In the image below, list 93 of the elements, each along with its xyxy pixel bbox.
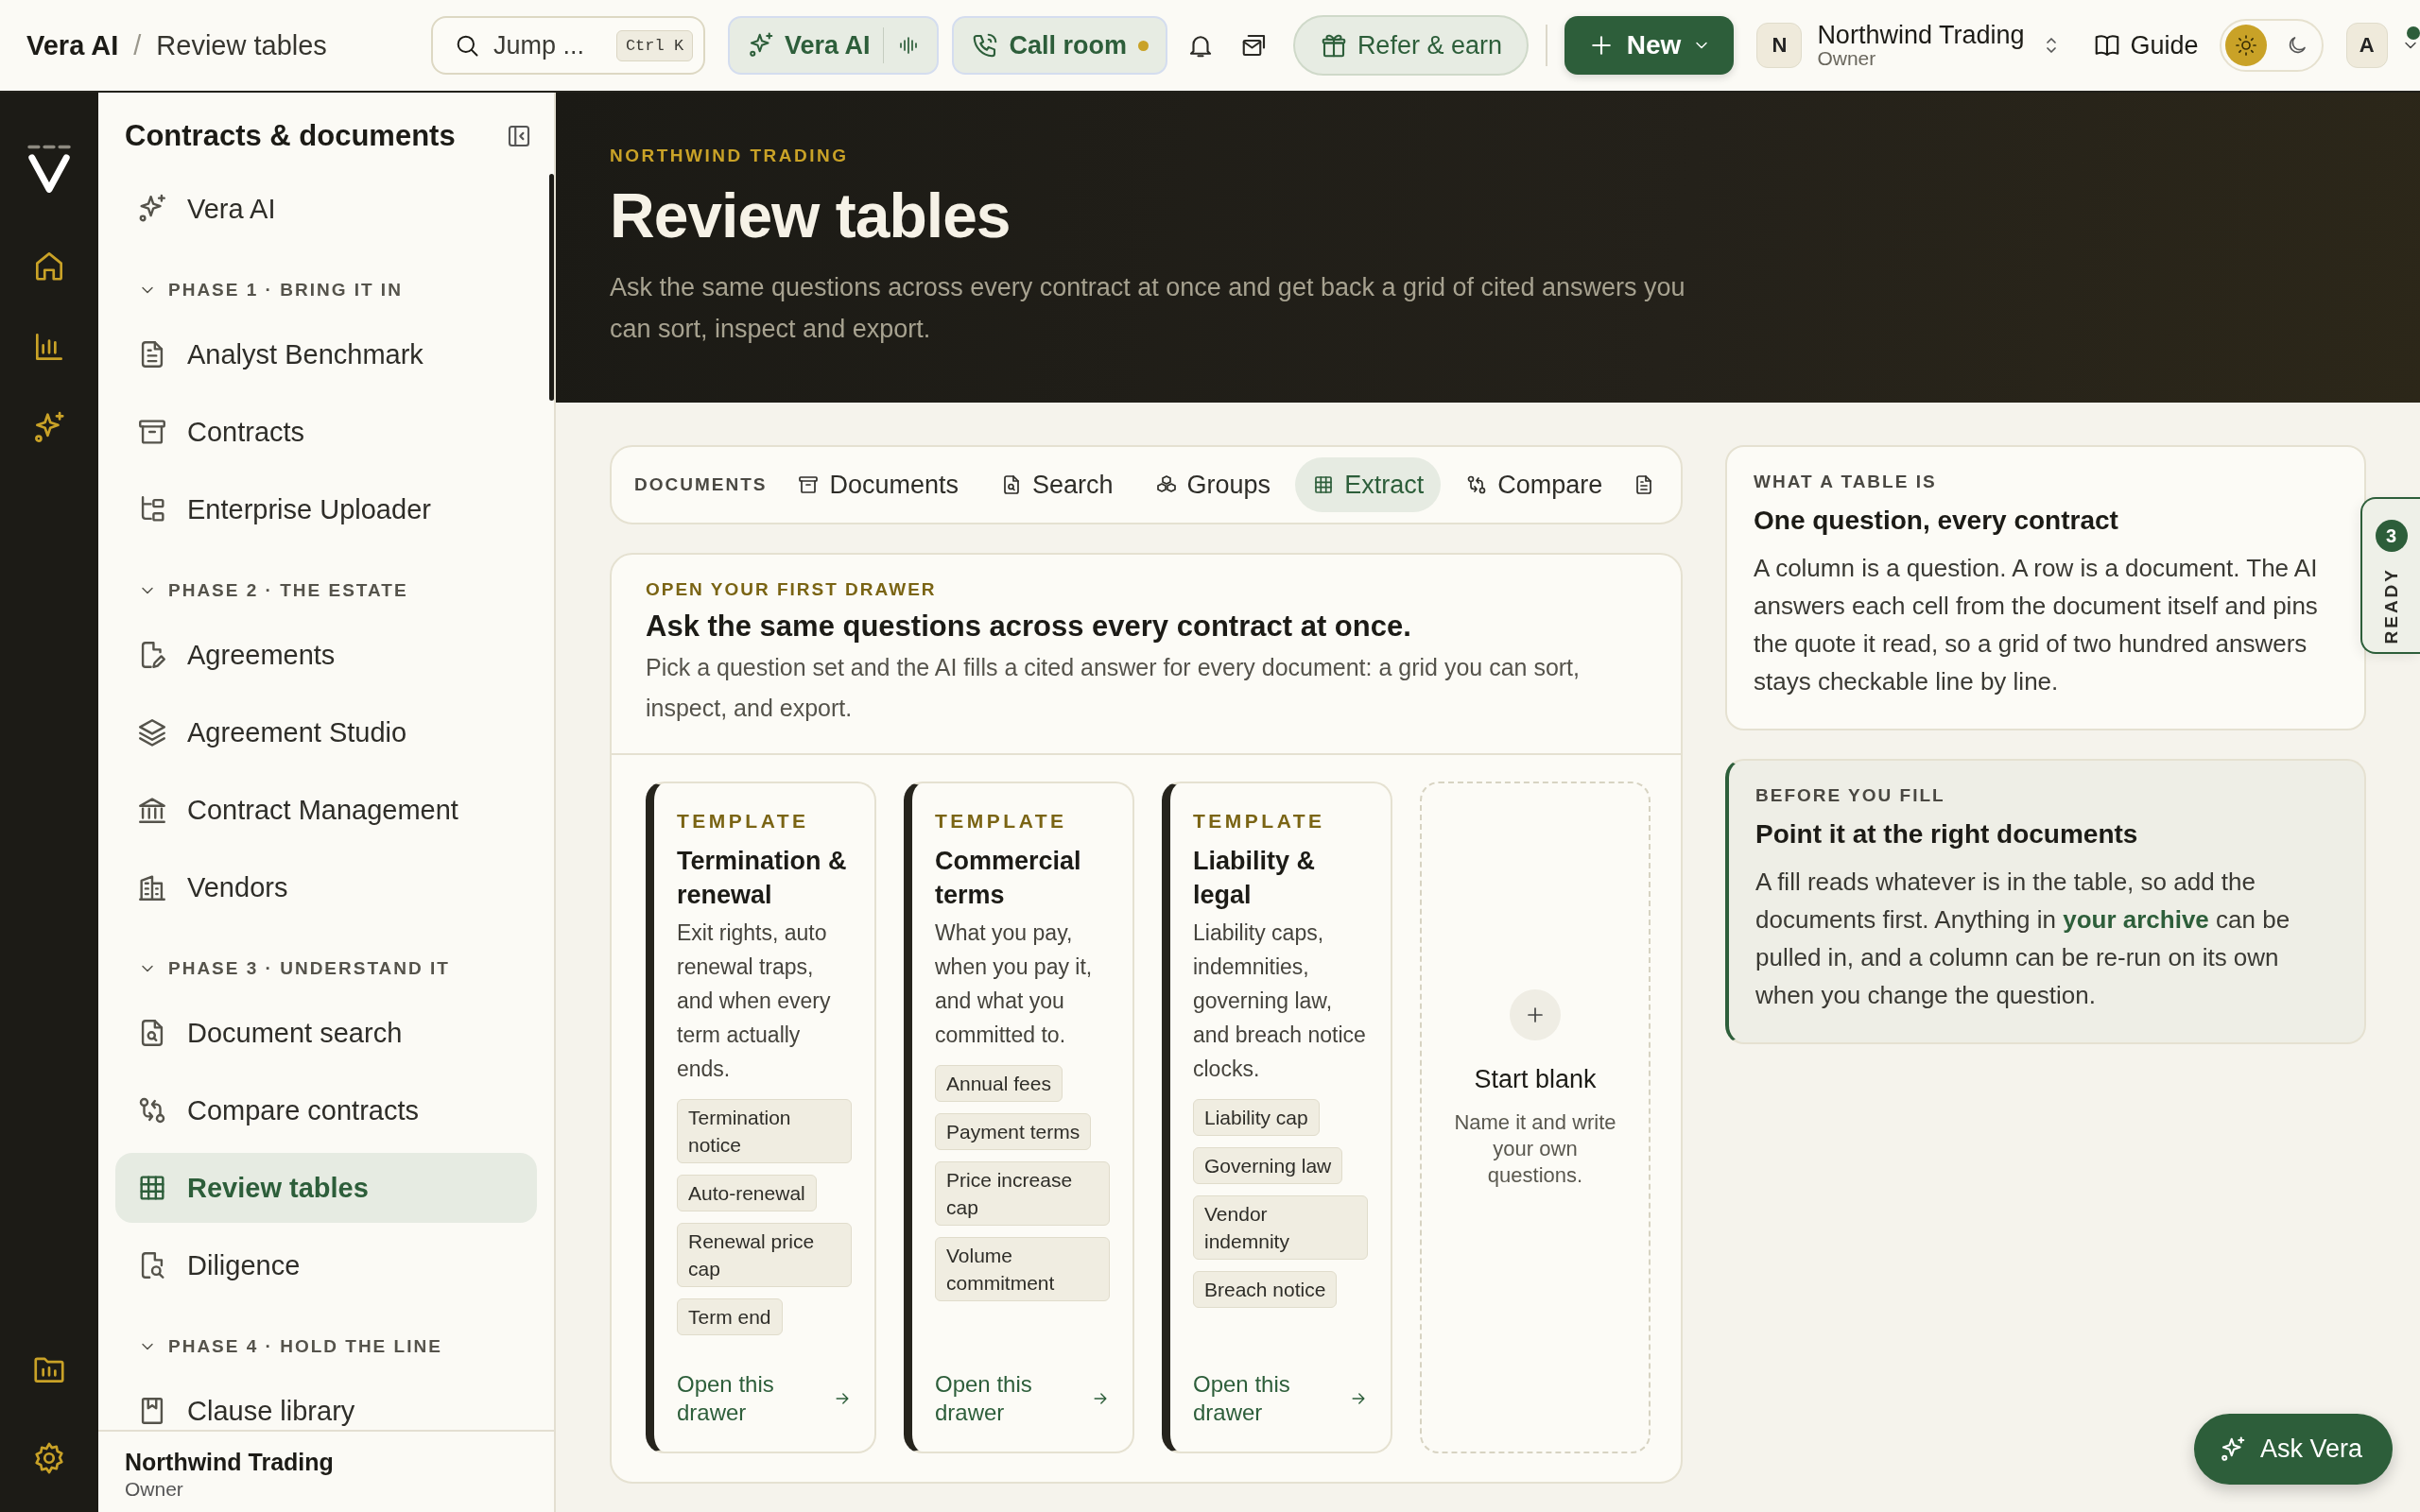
question-tag: Vendor indemnity bbox=[1193, 1195, 1368, 1260]
tab[interactable]: Compare bbox=[1448, 457, 1620, 512]
breadcrumb-current: Review tables bbox=[156, 29, 327, 61]
assistant-button[interactable]: Vera AI bbox=[746, 30, 871, 60]
template-card[interactable]: TEMPLATE Termination & renewal Exit rights, auto renewal traps, and when every term actually ends. Termination notice Auto-renewal Renewal price cap Term end Open this drawer bbox=[646, 782, 876, 1453]
eyebrow-label: NORTHWIND TRADING bbox=[610, 146, 850, 166]
sidebar-item[interactable]: Vera AI bbox=[115, 174, 537, 244]
page-description: Ask the same questions across every contract at once and get back a grid of cited answers you can sort, inspect and export. bbox=[610, 272, 1686, 345]
open-drawer-link[interactable]: Open this drawer bbox=[677, 1370, 852, 1427]
tab[interactable]: Search bbox=[983, 457, 1131, 512]
start-blank-card[interactable]: Start blank Name it and write your own questions. bbox=[1420, 782, 1651, 1453]
question-tag: Term end bbox=[677, 1298, 783, 1335]
sidebar-item[interactable]: Document search bbox=[115, 998, 537, 1068]
sidebar-item[interactable]: Contract Management bbox=[115, 775, 537, 845]
account-name: Northwind Trading bbox=[125, 1449, 335, 1476]
tab[interactable]: Groups bbox=[1137, 457, 1288, 512]
question-tag: Annual fees bbox=[935, 1065, 1063, 1102]
sidebar-item[interactable]: Agreement Studio bbox=[115, 697, 537, 767]
tab[interactable]: Extract bbox=[1295, 457, 1442, 512]
section-header[interactable]: PHASE 1 · BRING IT IN bbox=[115, 251, 537, 312]
template-card[interactable]: TEMPLATE Liability & legal Liability caps, indemnities, governing law, and breach notice clocks. Liability cap Governing law Vendor indemnity Breach notice Open this drawer bbox=[1162, 782, 1392, 1453]
account-role: Owner bbox=[125, 1478, 184, 1501]
template-label: TEMPLATE bbox=[677, 810, 810, 833]
template-description: Liability caps, indemnities, governing law, and breach notice clocks. bbox=[1193, 919, 1367, 1083]
workspace-name: Northwind Trading bbox=[1817, 21, 2025, 49]
ready-tab[interactable]: 3 READY bbox=[2360, 497, 2420, 654]
template-label: TEMPLATE bbox=[1193, 810, 1326, 833]
template-description: What you pay, when you pay it, and what you committed to. bbox=[935, 919, 1094, 1049]
tab[interactable]: Documents bbox=[780, 457, 976, 512]
open-drawer-link[interactable]: Open this drawer bbox=[935, 1370, 1110, 1427]
question-tag: Governing law bbox=[1193, 1147, 1343, 1184]
breadcrumb-separator: / bbox=[133, 29, 142, 61]
scrollbar[interactable] bbox=[549, 174, 554, 401]
sun-icon bbox=[2234, 34, 2257, 57]
sidebar-item[interactable]: Agreements bbox=[115, 620, 537, 690]
tab-group-label: DOCUMENTS bbox=[634, 474, 768, 495]
sidebar-item[interactable]: Diligence bbox=[115, 1230, 537, 1300]
sidebar-item[interactable]: Vendors bbox=[115, 852, 537, 922]
info-card-title: One question, every contract bbox=[1754, 506, 2119, 536]
archive-box-icon bbox=[797, 473, 821, 496]
eyebrow-label: WHAT A TABLE IS bbox=[1754, 472, 1938, 492]
template-card[interactable]: TEMPLATE Commercial terms What you pay, when you pay it, and what you committed to. Annual fees Payment terms Price increase cap Volume commitment Open this drawer bbox=[904, 782, 1134, 1453]
call-room-button[interactable]: Call room bbox=[952, 16, 1167, 75]
sidebar-item[interactable]: Review tables bbox=[115, 1153, 537, 1223]
open-drawer-link[interactable]: Open this drawer bbox=[1193, 1370, 1368, 1427]
new-button[interactable]: New bbox=[1564, 16, 1735, 75]
question-tag: Renewal price cap bbox=[677, 1223, 852, 1287]
light-mode-button[interactable] bbox=[2224, 25, 2267, 66]
sidebar-item[interactable]: Analyst Benchmark bbox=[115, 319, 537, 389]
template-title: Liability & legal bbox=[1193, 846, 1316, 911]
eyebrow-label: OPEN YOUR FIRST DRAWER bbox=[646, 579, 937, 599]
info-card-text: A column is a question. A row is a document. The AI answers each cell from the document itself and pins the quote it read, so a grid of two hundred answers stays checkable line by line. bbox=[1754, 553, 2319, 697]
template-title: Termination & renewal bbox=[677, 846, 848, 911]
drawer-title: Ask the same questions across every contract at once. bbox=[646, 610, 1412, 644]
account-avatar[interactable]: A bbox=[2345, 23, 2388, 68]
eyebrow-label: BEFORE YOU FILL bbox=[1755, 785, 1946, 806]
guide-button[interactable]: Guide bbox=[2092, 30, 2199, 60]
ask-assistant-button[interactable]: Ask Vera bbox=[2193, 1414, 2393, 1485]
question-tag: Termination notice bbox=[677, 1099, 852, 1163]
layers-icon bbox=[136, 716, 168, 748]
sidebar-item[interactable]: Clause library bbox=[115, 1376, 537, 1430]
template-label: TEMPLATE bbox=[935, 810, 1068, 833]
sidebar-title: Contracts & documents bbox=[125, 119, 456, 153]
template-title: Commercial terms bbox=[935, 846, 1082, 911]
page-title: Review tables bbox=[610, 180, 1011, 251]
keyboard-shortcut: Ctrl K bbox=[615, 29, 694, 61]
info-card-title: Point it at the right documents bbox=[1755, 819, 2139, 850]
start-blank-title: Start blank bbox=[1474, 1065, 1597, 1094]
question-tag: Liability cap bbox=[1193, 1099, 1320, 1136]
drawer-description: Pick a question set and the AI fills a cited answer for every document: a grid you can sort, inspect, and export. bbox=[646, 653, 1581, 723]
workspace-role: Owner bbox=[1817, 48, 1877, 70]
refer-button[interactable]: Refer & earn bbox=[1292, 15, 1529, 76]
workspace-switcher[interactable]: N Northwind Trading Owner bbox=[1756, 21, 2063, 70]
question-tag: Breach notice bbox=[1193, 1271, 1338, 1308]
question-tag: Payment terms bbox=[935, 1113, 1092, 1150]
section-header[interactable]: PHASE 2 · THE ESTATE bbox=[115, 552, 537, 612]
question-tag: Price increase cap bbox=[935, 1161, 1110, 1226]
workspace-avatar: N bbox=[1756, 23, 1803, 68]
sidebar-item[interactable]: Enterprise Uploader bbox=[115, 474, 537, 544]
sidebar-item[interactable]: Contracts bbox=[115, 397, 537, 467]
sidebar-item[interactable]: Compare contracts bbox=[115, 1075, 537, 1145]
start-blank-description: Name it and write your own questions. bbox=[1453, 1109, 1617, 1189]
section-header[interactable]: PHASE 3 · UNDERSTAND IT bbox=[115, 930, 537, 990]
count-badge: 3 bbox=[2375, 520, 2408, 552]
search-field[interactable]: Jump ... bbox=[491, 29, 605, 61]
section-header[interactable]: PHASE 4 · HOLD THE LINE bbox=[115, 1308, 537, 1368]
question-tag: Volume commitment bbox=[935, 1237, 1110, 1301]
question-tag: Auto-renewal bbox=[677, 1175, 817, 1211]
info-card-text: A fill reads whatever is in the table, so add the documents first. Anything in your archive can be pulled in, and a column can be re-run on its own when you change the question. bbox=[1755, 867, 2291, 1011]
breadcrumb-link[interactable]: Vera AI bbox=[26, 29, 119, 61]
archive-link[interactable]: your archive bbox=[2063, 905, 2209, 934]
ready-label: READY bbox=[2380, 567, 2402, 644]
template-description: Exit rights, auto renewal traps, and when every term actually ends. bbox=[677, 919, 832, 1083]
